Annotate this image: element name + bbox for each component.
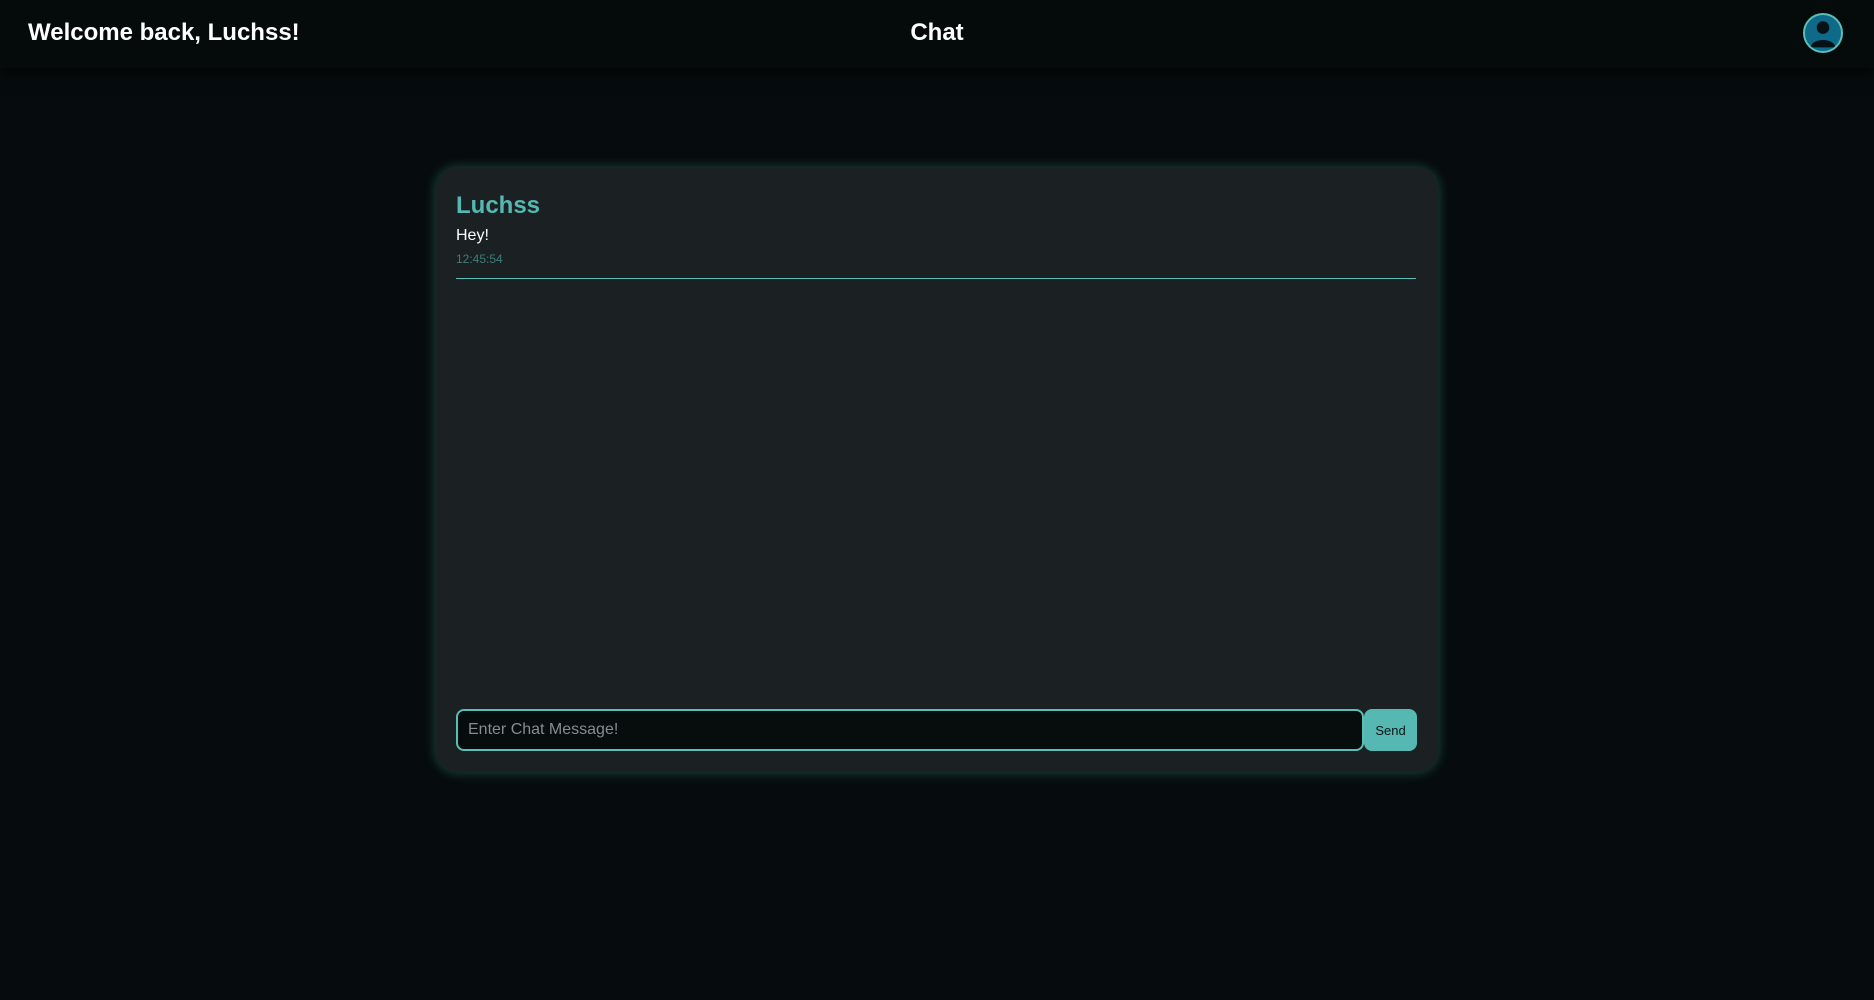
send-button[interactable]: Send xyxy=(1364,709,1417,751)
message-text: Hey! xyxy=(456,227,489,244)
welcome-message: Welcome back, Luchss! xyxy=(28,19,300,46)
chat-message-input[interactable] xyxy=(456,709,1364,751)
user-avatar-icon[interactable] xyxy=(1803,13,1843,53)
message-author: Luchss xyxy=(456,192,541,219)
message-list[interactable]: Luchss Hey! 12:45:54 xyxy=(456,192,1416,652)
chat-message: Luchss Hey! 12:45:54 xyxy=(456,192,1416,279)
message-composer: Send xyxy=(456,709,1418,751)
message-timestamp: 12:45:54 xyxy=(456,252,503,266)
chat-panel: Luchss Hey! 12:45:54 Send xyxy=(436,168,1438,772)
top-bar: Welcome back, Luchss! Chat xyxy=(0,0,1874,68)
